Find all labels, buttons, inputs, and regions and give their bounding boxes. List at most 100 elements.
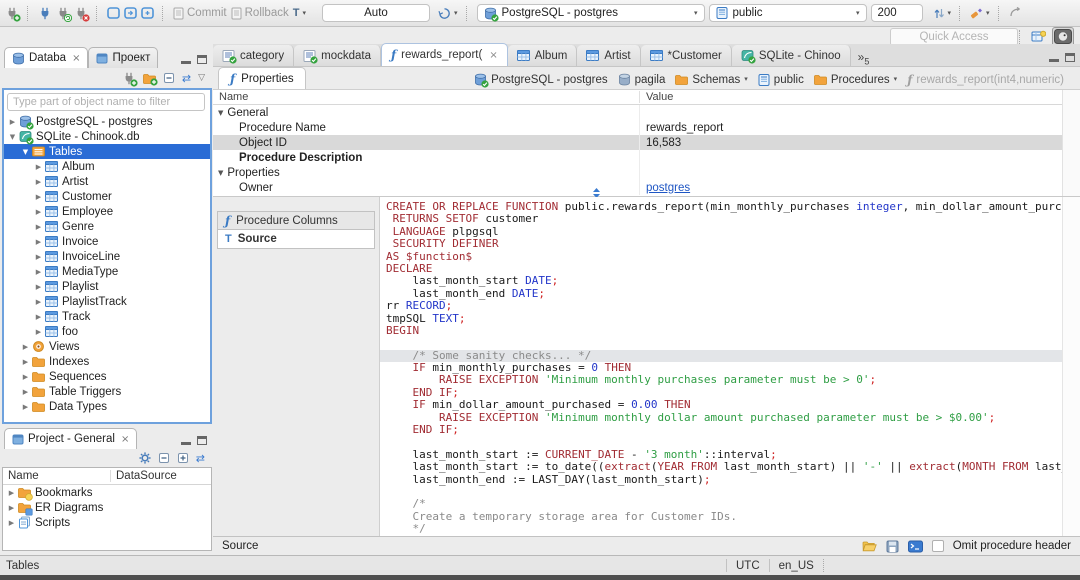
tree-collapsed-arrow-icon[interactable]: ▶ — [33, 268, 44, 276]
maximize-icon[interactable] — [197, 55, 207, 64]
sync-selection-button[interactable]: ▾ — [933, 7, 951, 20]
tree-collapsed-arrow-icon[interactable]: ▶ — [6, 489, 17, 497]
object-filter-input[interactable] — [7, 93, 205, 111]
reconnect-button[interactable] — [56, 7, 72, 22]
tree-collapsed-arrow-icon[interactable]: ▶ — [6, 504, 17, 512]
breadcrumb-procedures[interactable]: Procedures ▾ — [813, 74, 898, 86]
tree-collapsed-arrow-icon[interactable]: ▶ — [33, 328, 44, 336]
breadcrumb-rewards-report-int4-numeric[interactable]: ƒ rewards_report(int4,numeric) — [907, 74, 1064, 86]
link-editor-icon[interactable]: ⇄ — [182, 72, 191, 85]
disconnect-button[interactable] — [74, 7, 90, 22]
tree-collapsed-arrow-icon[interactable]: ▶ — [33, 163, 44, 171]
tree-collapsed-arrow-icon[interactable]: ▶ — [20, 343, 31, 351]
maximize-icon[interactable] — [197, 436, 207, 445]
tree-item-employee[interactable]: ▶ Employee — [4, 204, 210, 219]
format-button[interactable]: ▾ — [970, 7, 990, 20]
grid-row-procedure-name[interactable]: Procedure Name rewards_report — [213, 120, 1062, 135]
project-item-scripts[interactable]: ▶ Scripts — [3, 515, 211, 530]
chevron-down-icon[interactable]: ▾ — [744, 76, 748, 83]
section-tab-source[interactable]: T Source — [217, 230, 375, 249]
tx-mode-select[interactable]: Auto — [321, 4, 430, 22]
collapse-all-icon[interactable] — [158, 452, 170, 464]
breadcrumb-public[interactable]: public — [758, 73, 804, 86]
editor-tab-rewards-report[interactable]: ƒ rewards_report(× — [380, 43, 508, 66]
open-sql-script-button[interactable] — [124, 7, 137, 19]
grid-scrollbar[interactable] — [1062, 90, 1080, 196]
minimize-icon[interactable] — [181, 56, 191, 64]
tree-expanded-arrow-icon[interactable]: ▼ — [20, 148, 31, 156]
tree-item-album[interactable]: ▶ Album — [4, 159, 210, 174]
tree-item-playlist[interactable]: ▶ Playlist — [4, 279, 210, 294]
editor-tab-category[interactable]: category — [213, 45, 295, 66]
tree-item-foo[interactable]: ▶ foo — [4, 324, 210, 339]
open-console-icon[interactable] — [907, 540, 923, 553]
fetch-size-input[interactable] — [870, 4, 923, 22]
tree-item-invoiceline[interactable]: ▶ InvoiceLine — [4, 249, 210, 264]
tree-collapsed-arrow-icon[interactable]: ▶ — [33, 208, 44, 216]
tree-item-table-triggers[interactable]: ▶ Table Triggers — [4, 384, 210, 399]
breadcrumb-postgresql-postgres[interactable]: PostgreSQL - postgres — [474, 73, 608, 88]
tree-item-data-types[interactable]: ▶ Data Types — [4, 399, 210, 414]
tree-collapsed-arrow-icon[interactable]: ▶ — [33, 238, 44, 246]
tree-item-indexes[interactable]: ▶ Indexes — [4, 354, 210, 369]
chevron-down-icon[interactable]: ▾ — [894, 76, 898, 83]
breadcrumb-schemas[interactable]: Schemas ▾ — [675, 74, 748, 86]
gear-icon[interactable] — [139, 452, 151, 464]
link-editor-icon[interactable]: ⇄ — [196, 452, 205, 465]
tree-collapsed-arrow-icon[interactable]: ▶ — [33, 223, 44, 231]
collapse-all-icon[interactable] — [163, 72, 175, 84]
new-folder-icon[interactable] — [142, 73, 158, 86]
tree-collapsed-arrow-icon[interactable]: ▶ — [20, 373, 31, 381]
view-menu-icon[interactable]: ▽ — [198, 73, 205, 83]
tab-project-explorer[interactable]: Проект — [88, 47, 159, 68]
tree-item-playlisttrack[interactable]: ▶ PlaylistTrack — [4, 294, 210, 309]
connect-button[interactable] — [38, 7, 52, 20]
rollback-button[interactable]: Rollback — [231, 7, 289, 20]
tree-item-sqlite-chinook-db[interactable]: ▼ SQLite - Chinook.db — [4, 129, 210, 145]
tree-collapsed-arrow-icon[interactable]: ▶ — [33, 283, 44, 291]
close-icon[interactable]: × — [72, 53, 80, 64]
grid-row-general[interactable]: ▼ General — [213, 105, 1062, 120]
grid-row-properties[interactable]: ▼ Properties — [213, 165, 1062, 180]
tree-item-sequences[interactable]: ▶ Sequences — [4, 369, 210, 384]
close-icon[interactable]: × — [121, 434, 129, 445]
save-to-file-icon[interactable] — [886, 540, 899, 553]
tree-item-invoice[interactable]: ▶ Invoice — [4, 234, 210, 249]
section-tab-procedure-columns[interactable]: ƒ Procedure Columns — [217, 211, 375, 230]
tree-item-artist[interactable]: ▶ Artist — [4, 174, 210, 189]
tree-item-track[interactable]: ▶ Track — [4, 309, 210, 324]
tab-project-general[interactable]: Project - General × — [4, 428, 138, 449]
tree-item-views[interactable]: ▶ Views — [4, 339, 210, 354]
tree-collapsed-arrow-icon[interactable]: ▶ — [20, 358, 31, 366]
maximize-icon[interactable] — [1065, 53, 1075, 62]
project-item-bookmarks[interactable]: ▶ Bookmarks — [3, 485, 211, 501]
breadcrumb-pagila[interactable]: pagila — [618, 73, 665, 86]
load-from-file-icon[interactable] — [862, 540, 877, 552]
tree-item-customer[interactable]: ▶ Customer — [4, 189, 210, 204]
tree-item-genre[interactable]: ▶ Genre — [4, 219, 210, 234]
editor-tab-artist[interactable]: Artist — [577, 45, 641, 66]
grid-row-object-id[interactable]: Object ID 16,583 — [213, 135, 1062, 150]
hidden-tabs-indicator[interactable]: »5 — [851, 50, 877, 66]
new-connection-icon[interactable] — [122, 72, 138, 87]
expand-all-icon[interactable] — [177, 452, 189, 464]
transaction-log-button[interactable]: T ▾ — [293, 8, 306, 19]
new-connection-button[interactable] — [5, 7, 21, 22]
editor-tab-album[interactable]: Album — [507, 45, 578, 66]
editor-tab-sqlite-chinoo[interactable]: SQLite - Chinoo — [731, 45, 851, 66]
pointer-tool-button[interactable] — [1009, 7, 1022, 19]
tree-collapsed-arrow-icon[interactable]: ▶ — [20, 403, 31, 411]
editor-tab-mockdata[interactable]: mockdata — [294, 45, 381, 66]
tree-collapsed-arrow-icon[interactable]: ▶ — [7, 118, 18, 126]
connection-select[interactable]: PostgreSQL - postgres ▾ — [476, 4, 705, 22]
source-code-editor[interactable]: CREATE OR REPLACE FUNCTION public.reward… — [380, 197, 1062, 536]
tree-expanded-arrow-icon[interactable]: ▼ — [7, 133, 18, 141]
omit-header-checkbox[interactable] — [931, 540, 944, 552]
tree-collapsed-arrow-icon[interactable]: ▶ — [33, 313, 44, 321]
tree-collapsed-arrow-icon[interactable]: ▶ — [20, 388, 31, 396]
group-expanded-arrow-icon[interactable]: ▼ — [218, 109, 223, 117]
tab-properties[interactable]: ƒ Properties — [218, 67, 306, 89]
status-timezone[interactable]: UTC — [736, 560, 760, 572]
schema-select[interactable]: public ▾ — [708, 4, 867, 22]
tree-collapsed-arrow-icon[interactable]: ▶ — [33, 193, 44, 201]
